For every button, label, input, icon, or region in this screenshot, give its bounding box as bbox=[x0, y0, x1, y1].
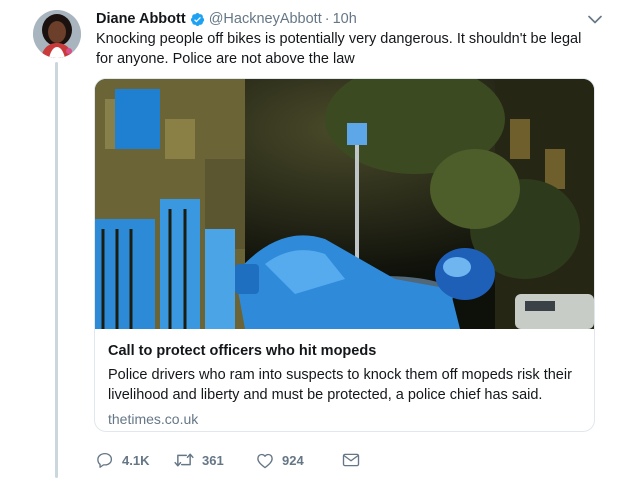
avatar-image bbox=[33, 10, 81, 58]
reply-icon bbox=[96, 451, 114, 469]
tweet-header: Diane Abbott @HackneyAbbott · 10h bbox=[96, 9, 605, 29]
card-body: Call to protect officers who hit mopeds … bbox=[108, 341, 582, 429]
card-title[interactable]: Call to protect officers who hit mopeds bbox=[108, 341, 582, 361]
retweet-icon bbox=[174, 451, 194, 469]
retweet-count: 361 bbox=[202, 452, 224, 468]
like-icon bbox=[256, 452, 274, 469]
card-domain: thetimes.co.uk bbox=[108, 411, 199, 427]
thread-line bbox=[55, 62, 58, 478]
avatar[interactable] bbox=[33, 10, 81, 58]
verified-badge-icon bbox=[190, 12, 205, 27]
author-name[interactable]: Diane Abbott bbox=[96, 11, 186, 27]
caret-down-icon[interactable] bbox=[587, 12, 603, 26]
reply-count: 4.1K bbox=[122, 452, 150, 468]
tweet-text: Knocking people off bikes is potentially… bbox=[96, 31, 582, 67]
reply-button[interactable]: 4.1K bbox=[96, 451, 174, 469]
message-icon bbox=[342, 452, 360, 468]
like-count: 924 bbox=[282, 452, 304, 468]
tweet-timestamp[interactable]: 10h bbox=[333, 11, 357, 27]
separator-dot: · bbox=[324, 11, 330, 27]
retweet-button[interactable]: 361 bbox=[174, 451, 256, 469]
link-card[interactable]: Call to protect officers who hit mopeds … bbox=[94, 78, 595, 432]
tweet-actions: 4.1K 361 924 bbox=[96, 448, 360, 472]
card-description: Police drivers who ram into suspects to … bbox=[108, 367, 572, 403]
direct-message-button[interactable] bbox=[342, 452, 360, 468]
like-button[interactable]: 924 bbox=[256, 452, 342, 469]
author-handle[interactable]: @HackneyAbbott bbox=[209, 11, 322, 27]
card-image bbox=[95, 79, 594, 329]
